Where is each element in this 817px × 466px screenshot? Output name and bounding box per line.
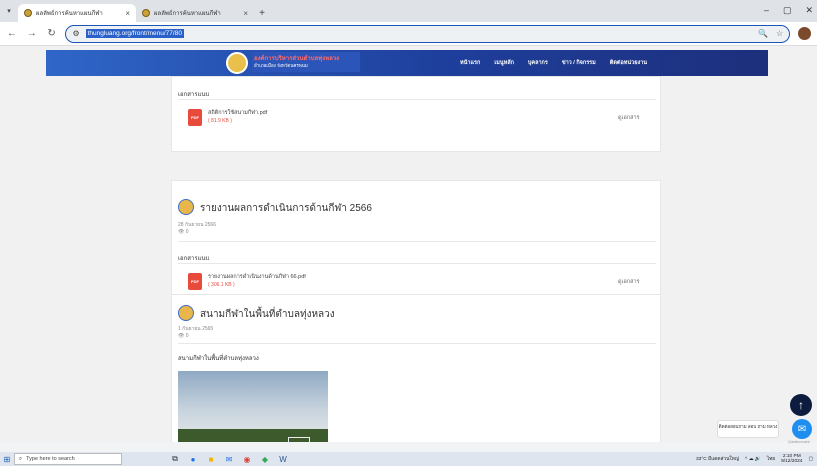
divider <box>178 241 656 242</box>
clock-time: 2:10 PM <box>782 453 801 459</box>
browser-toolbar: ← → ↻ ⚙ thungluang.org/front/menu/77/80 … <box>0 22 817 46</box>
attachments-label: เอกสารแนบ <box>178 92 210 98</box>
pdf-icon: PDF <box>188 109 202 126</box>
chrome-icon[interactable]: ◉ <box>242 454 252 464</box>
site-info-icon[interactable]: ⚙ <box>72 29 79 38</box>
site-name-box: องค์การบริหารส่วนตำบลทุ่งหลวง อำเภอเมือง… <box>252 52 360 72</box>
window-controls: – ▢ ✕ <box>764 5 813 16</box>
browser-tabstrip: ▾ ผลลัพธ์การค้นหาแผนกีฬา × ผลลัพธ์การค้น… <box>0 0 817 22</box>
task-view-icon[interactable]: ⧉ <box>170 454 180 464</box>
pdf-icon: PDF <box>188 273 202 290</box>
messenger-chat-button[interactable]: ✉ <box>792 419 812 439</box>
scroll-to-top-button[interactable]: ↑ <box>790 394 812 416</box>
post-title[interactable]: รายงานผลการดำเนินการด้านกีฬา 2566 <box>200 201 372 216</box>
chat-caption: Questionnaire <box>788 440 810 444</box>
tab-close-icon[interactable]: × <box>243 9 248 18</box>
search-icon: ⌕ <box>19 455 23 462</box>
word-icon[interactable]: W <box>278 454 288 464</box>
attachment-size: ( 81.9 KB ) <box>208 118 232 124</box>
back-arrow-icon[interactable]: ← <box>6 28 18 39</box>
post-emblem-icon <box>178 305 194 321</box>
photo-goal <box>288 437 310 442</box>
maximize-button[interactable]: ▢ <box>783 5 792 16</box>
tab-2[interactable]: ผลลัพธ์การค้นหาแผนกีฬา × <box>136 4 254 22</box>
eye-icon: 👁 <box>178 333 186 339</box>
language-indicator[interactable]: ไทย <box>767 455 775 463</box>
zoom-icon[interactable]: 🔍 <box>758 29 768 38</box>
eye-icon: 👁 <box>178 229 186 235</box>
attachment-size: ( 306.1 KB ) <box>208 282 235 288</box>
new-tab-button[interactable]: + <box>254 4 270 22</box>
tab-1[interactable]: ผลลัพธ์การค้นหาแผนกีฬา × <box>18 4 136 22</box>
windows-taskbar: ⊞ ⌕ Type here to search ⧉ ● ■ ✉ ◉ ◆ W 33… <box>0 452 817 466</box>
line-icon[interactable]: ◆ <box>260 454 270 464</box>
divider <box>178 263 656 264</box>
nav-personnel[interactable]: บุคลากร <box>528 59 548 67</box>
attachments-label: เอกสารแนบ <box>178 256 210 262</box>
nav-contact[interactable]: ติดต่อหน่วยงาน <box>610 59 647 67</box>
post-caption: สนามกีฬาในพื้นที่ตำบลทุ่งหลวง <box>178 356 259 362</box>
edge-icon[interactable]: ● <box>188 454 198 464</box>
site-subname: อำเภอเมือง จังหวัดนครพนม <box>254 63 308 68</box>
notifications-icon[interactable]: ▢ <box>808 457 813 462</box>
post-date: 28 กันยายน 2566 <box>178 222 216 228</box>
view-count: 0 <box>185 333 189 339</box>
post-card: เอกสารแนบ PDF สถิติการใช้สนามกีฬา.pdf ( … <box>171 76 661 152</box>
nav-main-menu[interactable]: เมนูหลัก <box>494 59 514 67</box>
stadium-photo[interactable] <box>178 371 328 442</box>
close-window-button[interactable]: ✕ <box>805 5 813 16</box>
profile-avatar[interactable] <box>798 27 811 40</box>
bookmark-star-icon[interactable]: ☆ <box>776 29 783 38</box>
page-viewport: องค์การบริหารส่วนตำบลทุ่งหลวง อำเภอเมือง… <box>0 46 817 442</box>
chat-label: ติดต่อสอบถาม สอบ ถาม หลวง <box>717 420 779 438</box>
nav-news[interactable]: ข่าว / กิจกรรม <box>562 59 596 67</box>
attachment-filename[interactable]: สถิติการใช้สนามกีฬา.pdf <box>208 109 267 117</box>
photo-sky <box>178 371 328 435</box>
tab-close-icon[interactable]: × <box>125 9 130 18</box>
address-url[interactable]: thungluang.org/front/menu/77/80 <box>85 29 184 38</box>
omnibox-actions: 🔍 ☆ <box>758 29 783 38</box>
post-card: สนามกีฬาในพื้นที่ตำบลทุ่งหลวง 1 กันยายน … <box>171 294 661 442</box>
clock[interactable]: 2:10 PM 9/12/2024 <box>781 454 802 465</box>
minimize-button[interactable]: – <box>764 5 769 16</box>
post-date: 1 กันยายน 2565 <box>178 326 214 332</box>
post-title[interactable]: สนามกีฬาในพื้นที่ตำบลทุ่งหลวง <box>200 307 335 322</box>
site-favicon-icon <box>24 9 32 17</box>
nav-home[interactable]: หน้าแรก <box>460 59 480 67</box>
tray-icons[interactable]: ^ ☁ 🔊 <box>745 457 761 462</box>
mail-icon[interactable]: ✉ <box>224 454 234 464</box>
windows-start-icon[interactable]: ⊞ <box>0 452 14 466</box>
view-document-link[interactable]: ดูเอกสาร <box>618 278 639 286</box>
view-count: 0 <box>185 229 189 235</box>
address-bar[interactable]: ⚙ thungluang.org/front/menu/77/80 🔍 ☆ <box>65 24 791 43</box>
system-tray: 33°C มีแดดส่วนใหญ่ ^ ☁ 🔊 ไทย 2:10 PM 9/1… <box>696 454 817 465</box>
site-favicon-icon <box>142 9 150 17</box>
post-emblem-icon <box>178 199 194 215</box>
site-header: องค์การบริหารส่วนตำบลทุ่งหลวง อำเภอเมือง… <box>46 50 768 76</box>
tab-title: ผลลัพธ์การค้นหาแผนกีฬา <box>154 11 221 17</box>
taskbar-apps: ⧉ ● ■ ✉ ◉ ◆ W <box>170 454 288 464</box>
post-views: 👁 0 <box>178 333 189 339</box>
file-explorer-icon[interactable]: ■ <box>206 454 216 464</box>
attachment-filename[interactable]: รายงานผลการดำเนินงานด้านกีฬา 66.pdf <box>208 273 306 281</box>
view-document-link[interactable]: ดูเอกสาร <box>618 114 639 122</box>
taskbar-search[interactable]: ⌕ Type here to search <box>14 453 122 465</box>
taskbar-search-placeholder: Type here to search <box>26 456 75 462</box>
clock-date: 9/12/2024 <box>781 459 803 464</box>
tab-title: ผลลัพธ์การค้นหาแผนกีฬา <box>36 11 103 17</box>
weather-widget[interactable]: 33°C มีแดดส่วนใหญ่ <box>696 455 739 463</box>
screen: ▾ ผลลัพธ์การค้นหาแผนกีฬา × ผลลัพธ์การค้น… <box>0 0 817 466</box>
post-views: 👁 0 <box>178 229 189 235</box>
divider <box>178 343 656 344</box>
site-logo[interactable] <box>226 52 248 74</box>
forward-arrow-icon[interactable]: → <box>26 28 38 39</box>
site-nav: หน้าแรก เมนูหลัก บุคลากร ข่าว / กิจกรรม … <box>460 59 647 67</box>
divider <box>178 99 656 100</box>
tab-search-button[interactable]: ▾ <box>0 0 18 22</box>
reload-icon[interactable]: ↻ <box>46 28 58 39</box>
